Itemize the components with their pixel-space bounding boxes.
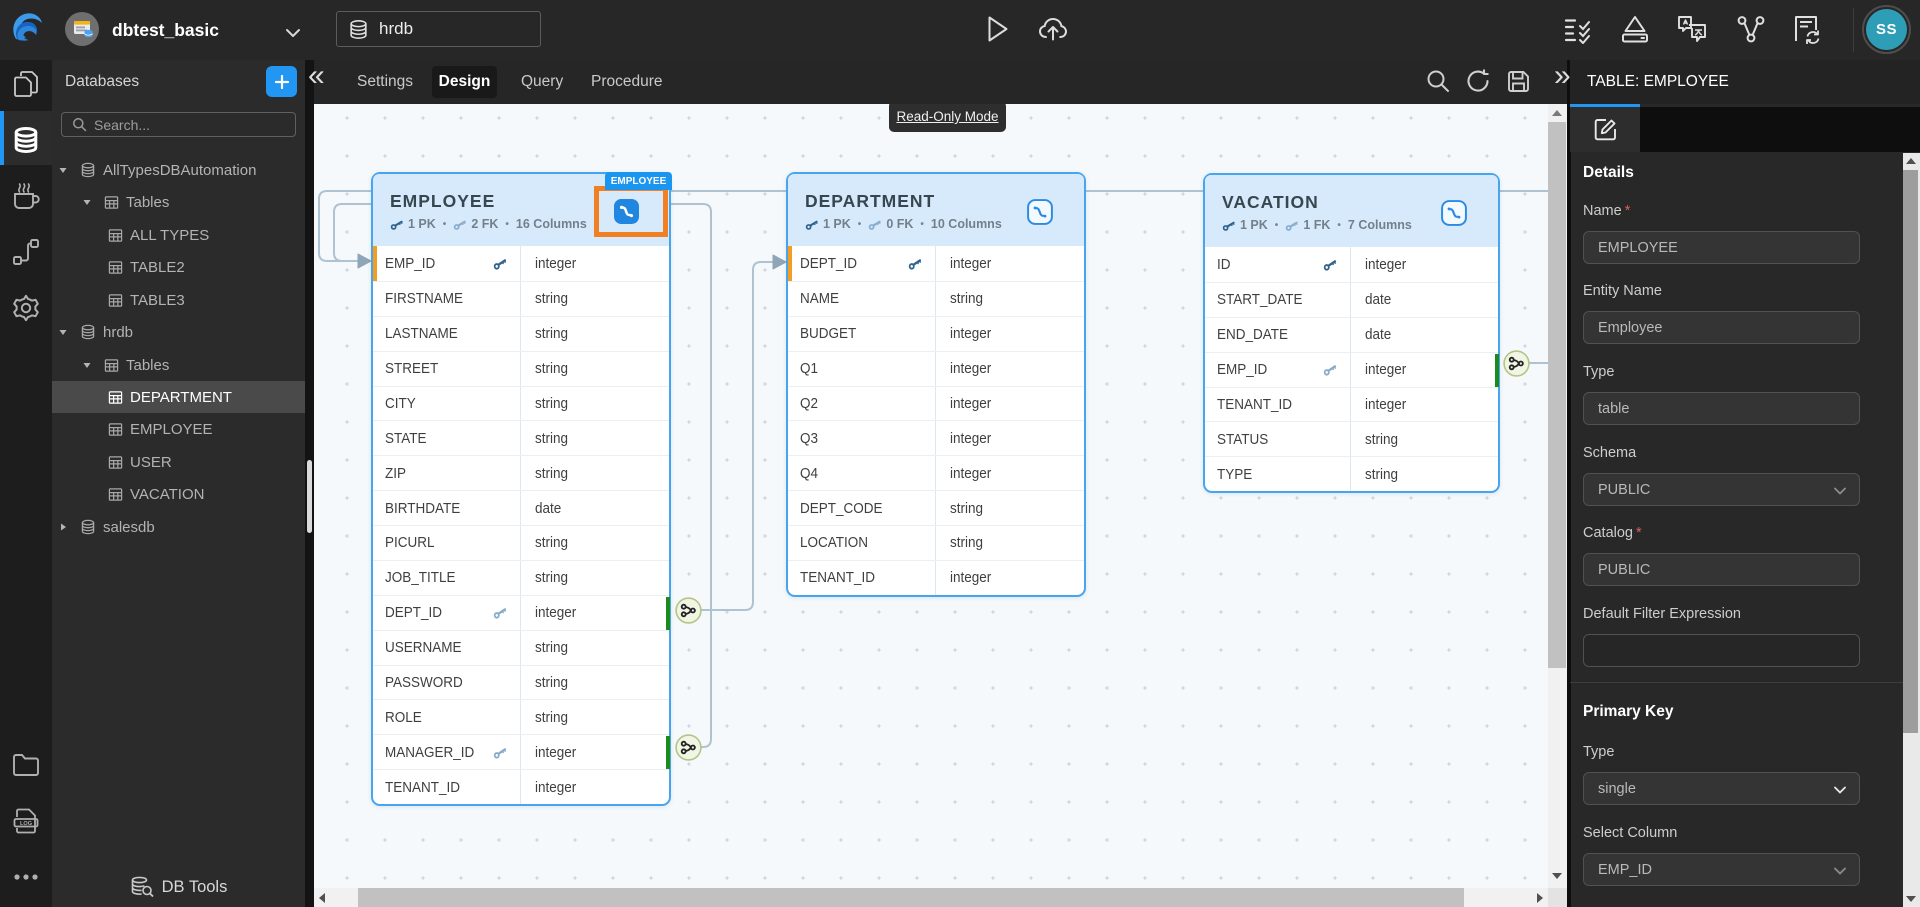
svg-text:LOG: LOG xyxy=(20,821,32,827)
